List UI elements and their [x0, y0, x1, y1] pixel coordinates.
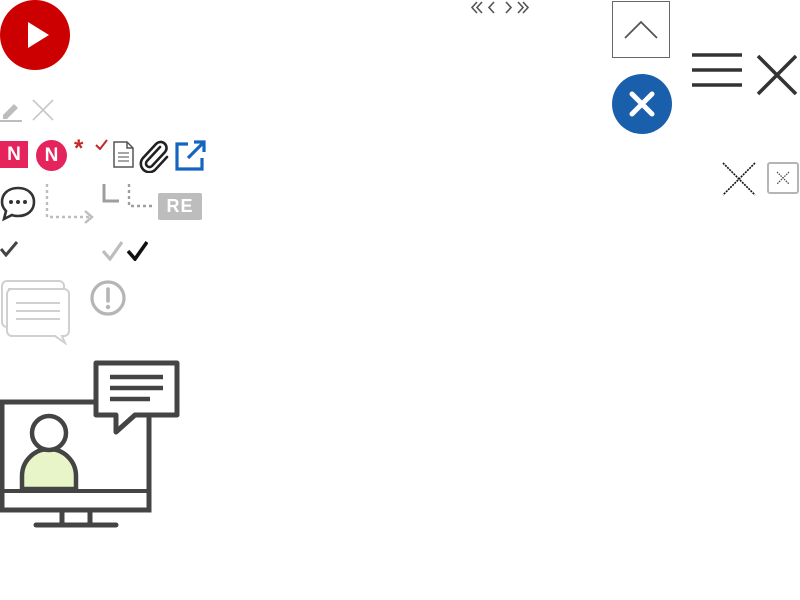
- checkmark-gray-icon: [102, 240, 123, 261]
- required-mark: *: [74, 135, 84, 162]
- pencil-icon: [0, 104, 22, 122]
- document-icon[interactable]: [113, 141, 134, 168]
- online-consultation-icon: [0, 360, 182, 532]
- play-button[interactable]: [0, 0, 70, 70]
- delete-x-icon: [32, 99, 54, 121]
- delete-button[interactable]: [32, 99, 54, 121]
- menu-button[interactable]: [692, 52, 742, 88]
- scroll-top-button[interactable]: [612, 1, 670, 58]
- new-badge-circle: N: [36, 140, 67, 171]
- close-icon: [756, 54, 798, 96]
- checkmark-icon: [0, 240, 18, 257]
- reply-corner-icon: [102, 184, 120, 204]
- close-box-icon: [776, 171, 790, 185]
- close-circle-icon: [612, 74, 672, 134]
- hamburger-menu-icon: [692, 53, 742, 87]
- dotted-reply-branch-icon: [126, 184, 156, 210]
- close-box-button[interactable]: [767, 162, 799, 194]
- chevron-up-icon: [624, 20, 658, 39]
- new-badge-square: N: [0, 141, 28, 168]
- comments-icon[interactable]: [0, 279, 72, 345]
- dotted-reply-arrow-icon: [45, 184, 95, 226]
- paperclip-icon[interactable]: [138, 139, 170, 173]
- chat-bubble-icon[interactable]: [0, 186, 36, 222]
- alert-circle-icon: [90, 280, 126, 316]
- close-circle-button[interactable]: [612, 74, 672, 134]
- dotted-close-icon[interactable]: [722, 162, 756, 196]
- play-icon: [0, 0, 70, 70]
- check-icon: [95, 139, 108, 150]
- external-link-icon[interactable]: [174, 139, 207, 172]
- close-button[interactable]: [756, 54, 798, 96]
- reply-badge: RE: [158, 193, 202, 220]
- checkmark-black-icon: [127, 240, 148, 261]
- pagination-arrows-icon[interactable]: [470, 0, 532, 15]
- edit-button[interactable]: [0, 100, 22, 122]
